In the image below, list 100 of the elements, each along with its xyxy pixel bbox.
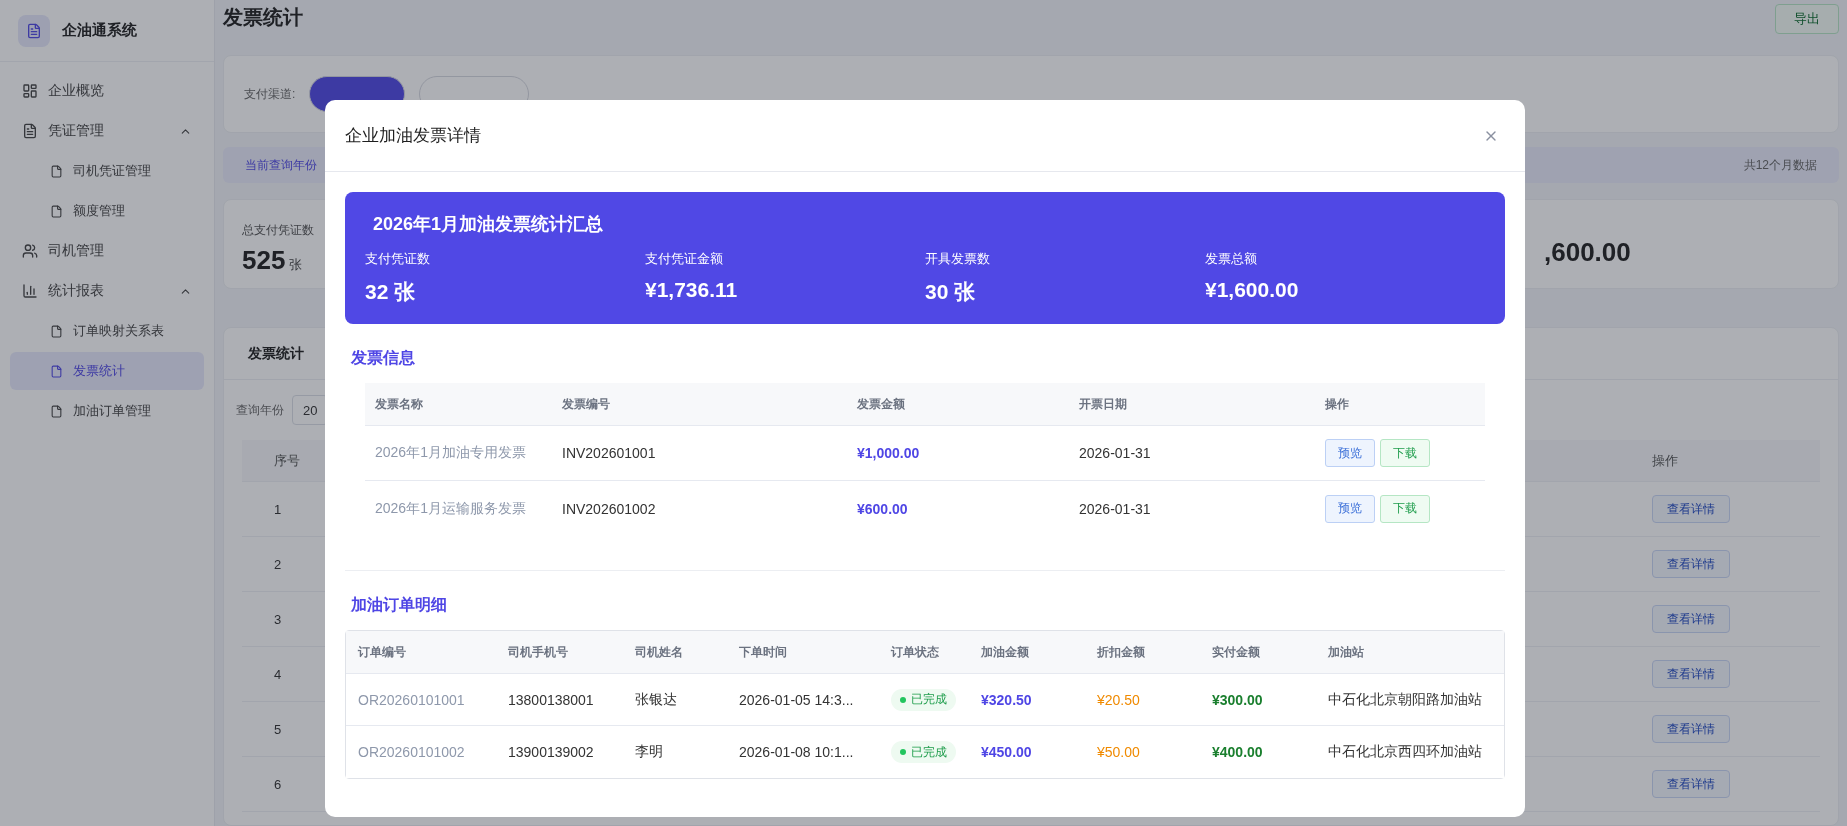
table-cell-text: ¥1,000.00 [857, 445, 921, 461]
download-button[interactable]: 下载 [1380, 494, 1430, 523]
menu-icon [22, 83, 38, 99]
sidebar-item[interactable]: 司机管理 [10, 232, 204, 270]
column-header: 订单编号 [358, 643, 407, 661]
column-header: 折扣金额 [1097, 643, 1146, 661]
table-cell-text: ¥400.00 [1212, 744, 1264, 760]
summary-value: 30 张 [925, 279, 977, 305]
table-cell: 1 [274, 501, 282, 517]
dialog-title: 企业加油发票详情 [345, 125, 481, 147]
detail-button[interactable]: 查看详情 [1652, 605, 1730, 633]
column-header: 开票日期 [1079, 395, 1128, 413]
stat-unit: 张 [289, 257, 303, 272]
table-cell-text: 13800138001 [508, 691, 595, 708]
table-cell: 3 [274, 611, 282, 627]
table-cell-text: 2026-01-08 10:1... [739, 744, 855, 760]
menu-icon [50, 364, 63, 378]
column-header: 实付金额 [1212, 643, 1261, 661]
page-title: 发票统计 [223, 5, 303, 30]
detail-button[interactable]: 查看详情 [1652, 715, 1730, 743]
table-cell-text: ¥600.00 [857, 500, 909, 517]
table-cell-text: OR20260101001 [358, 691, 466, 708]
preview-button[interactable]: 预览 [1325, 439, 1375, 467]
menu-icon [50, 164, 63, 178]
year-label: 查询年份 [236, 401, 284, 419]
table-cell-text: ¥450.00 [981, 744, 1033, 760]
column-header: 发票编号 [562, 395, 611, 413]
table-cell: 4 [274, 666, 282, 682]
table-cell: 5 [274, 721, 282, 737]
summary-label: 支付凭证金额 [645, 250, 724, 268]
summary-label: 发票总额 [1205, 250, 1258, 268]
table-cell-text: 中石化北京朝阳路加油站 [1328, 690, 1483, 709]
table-cell-text: ¥320.50 [981, 691, 1033, 708]
column-header: 加油站 [1328, 643, 1365, 661]
column-header: 操作 [1325, 395, 1350, 413]
column-header: 加油金额 [981, 643, 1030, 661]
sidebar-item[interactable]: 订单映射关系表 [10, 312, 204, 350]
summary-value: ¥1,600.00 [1205, 278, 1300, 302]
preview-button[interactable]: 预览 [1325, 494, 1375, 523]
download-button[interactable]: 下载 [1380, 439, 1430, 467]
status-tag: 已完成 [891, 688, 956, 711]
summary-value: ¥1,736.11 [645, 278, 739, 302]
sidebar-item[interactable]: 司机凭证管理 [10, 152, 204, 190]
table-cell-text: 2026年1月加油专用发票 [375, 444, 527, 462]
column-header: 下单时间 [739, 643, 788, 661]
detail-button[interactable]: 查看详情 [1652, 495, 1730, 523]
stat-value: ,600.00 [1544, 237, 1631, 268]
summary-value: 32 张 [365, 279, 417, 305]
sidebar-item[interactable]: 加油订单管理 [10, 392, 204, 430]
table-cell-text: 中石化北京西四环加油站 [1328, 743, 1483, 761]
detail-button[interactable]: 查看详情 [1652, 550, 1730, 578]
column-header: 订单状态 [891, 643, 940, 661]
table-cell-text: ¥300.00 [1212, 691, 1264, 708]
table-cell-text: 张银达 [635, 690, 678, 709]
table-cell-text: 2026-01-31 [1079, 445, 1152, 461]
export-button[interactable]: 导出 [1775, 3, 1839, 34]
stat-value: 525 [242, 245, 286, 275]
info-text: 当前查询年份 [245, 156, 317, 174]
menu-icon [22, 283, 38, 299]
tab[interactable]: 发票统计 [248, 344, 304, 363]
month-count: 共12个月数据 [1743, 156, 1817, 174]
menu-icon [50, 204, 63, 218]
sidebar-item[interactable]: 企业概览 [10, 72, 204, 110]
detail-button[interactable]: 查看详情 [1652, 660, 1730, 688]
section-title: 加油订单明细 [350, 595, 448, 615]
menu-icon [50, 404, 63, 418]
sidebar-item[interactable]: 发票统计 [10, 352, 204, 390]
column-header: 司机手机号 [508, 643, 569, 661]
menu-icon [22, 123, 38, 139]
summary-label: 开具发票数 [925, 250, 991, 268]
table-cell-text: 13900139002 [508, 744, 595, 760]
column-header: 操作 [1652, 451, 1678, 470]
menu-icon [50, 324, 63, 338]
stat-label: 总支付凭证数 [242, 222, 314, 239]
table-cell-text: 2026-01-31 [1079, 500, 1152, 517]
table-cell: 2 [274, 556, 282, 572]
filter-label: 支付渠道: [244, 85, 296, 103]
sidebar-item[interactable]: 凭证管理 [10, 112, 204, 150]
app-name: 企油通系统 [62, 21, 137, 40]
table-cell-text: 2026年1月运输服务发票 [375, 499, 527, 518]
status-tag: 已完成 [891, 741, 956, 763]
column-header: 司机姓名 [635, 643, 684, 661]
column-header: 发票金额 [857, 395, 906, 413]
summary-title: 2026年1月加油发票统计汇总 [372, 213, 605, 236]
table-cell-text: ¥50.00 [1097, 744, 1141, 760]
detail-button[interactable]: 查看详情 [1652, 770, 1730, 798]
logo-icon [18, 14, 50, 47]
table-cell-text: OR20260101002 [358, 744, 466, 760]
table-cell-text: ¥20.50 [1097, 691, 1141, 708]
table-cell-text: 李明 [635, 743, 664, 761]
summary-label: 支付凭证数 [365, 250, 431, 268]
table-cell: 6 [274, 776, 282, 792]
table-cell-text: INV202601002 [562, 500, 657, 517]
sidebar-item[interactable]: 额度管理 [10, 192, 204, 230]
sidebar-item[interactable]: 统计报表 [10, 272, 204, 310]
section-title: 发票信息 [350, 348, 416, 368]
menu-icon [22, 243, 38, 259]
column-header: 发票名称 [375, 395, 424, 413]
table-cell-text: 2026-01-05 14:3... [739, 691, 855, 708]
column-header: 序号 [274, 451, 300, 470]
